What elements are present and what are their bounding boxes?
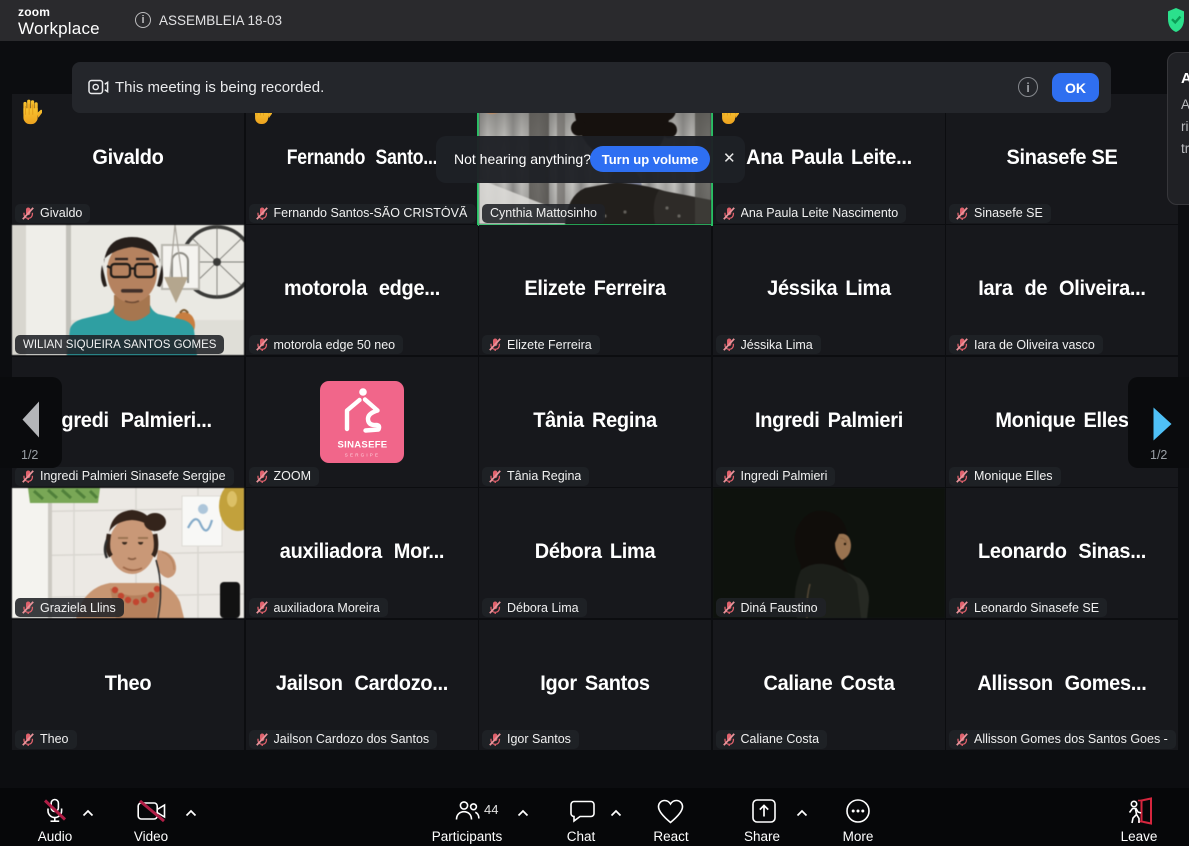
svg-text:SINASEFE: SINASEFE [337,439,387,450]
svg-text:SERGIPE: SERGIPE [344,452,379,457]
